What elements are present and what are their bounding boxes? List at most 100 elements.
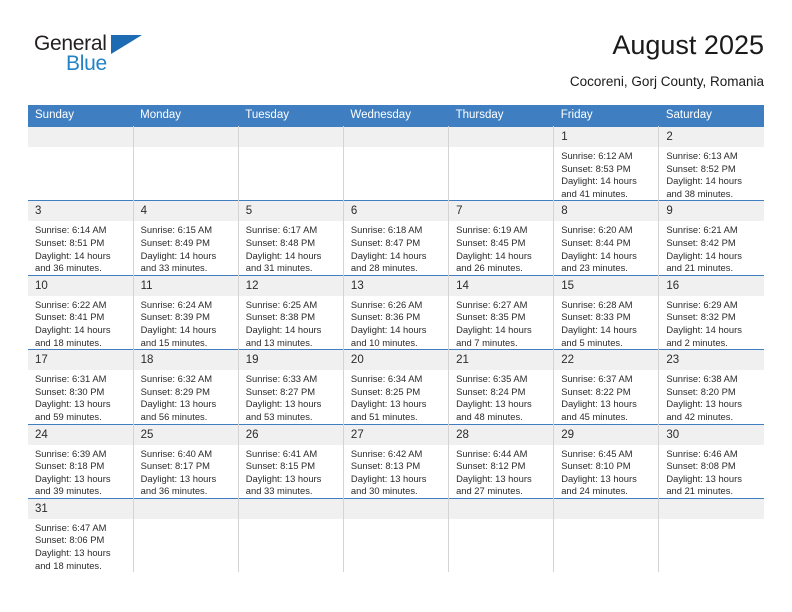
calendar-cell-empty [343,497,450,573]
sunset-time: Sunset: 8:18 PM [35,460,105,472]
calendar-day-cell[interactable]: 27 Sunrise: 6:42 AM Sunset: 8:13 PM Dayligh… [343,423,450,499]
sunrise-time: Sunrise: 6:12 AM [561,150,633,161]
calendar-day-cell[interactable]: 1 Sunrise: 6:12 AM Sunset: 8:53 PM Daylight… [553,125,660,201]
day-number: 9 [659,201,764,222]
calendar-day-cell[interactable]: 20 Sunrise: 6:34 AM Sunset: 8:25 PM Dayligh… [343,349,450,424]
sunset-time: Sunset: 8:47 PM [350,236,421,248]
sunset-time: Sunset: 8:44 PM [561,236,631,248]
calendar-day-cell[interactable]: 5 Sunrise: 6:17 AM Sunset: 8:48 PM Daylight… [238,200,344,276]
daylight-duration-line1: Daylight: 14 hours [666,249,742,261]
calendar-body: 1 Sunrise: 6:12 AM Sunset: 8:53 PM Daylight… [28,125,764,573]
sunrise-time: Sunrise: 6:24 AM [140,298,213,310]
calendar-day-cell[interactable]: 24 Sunrise: 6:39 AM Sunset: 8:18 PM Dayligh… [28,423,134,499]
calendar-day-cell[interactable]: 25 Sunrise: 6:40 AM Sunset: 8:17 PM Dayligh… [133,423,239,499]
daylight-duration-line1: Daylight: 13 hours [350,472,427,484]
sunrise-time: Sunrise: 6:22 AM [35,298,107,310]
daylight-duration-line1: Daylight: 13 hours [35,398,111,410]
day-details: Sunrise: 6:12 AM Sunset: 8:53 PM Daylight:… [554,147,658,200]
calendar-day-cell[interactable]: 17 Sunrise: 6:31 AM Sunset: 8:30 PM Dayligh… [28,349,134,424]
calendar-day-cell[interactable]: 21 Sunrise: 6:35 AM Sunset: 8:24 PM Dayligh… [448,349,555,424]
day-details: Sunrise: 6:29 AM Sunset: 8:32 PM Daylight:… [659,296,764,349]
day-number: 27 [343,424,449,445]
day-details: Sunrise: 6:46 AM Sunset: 8:08 PM Daylight:… [659,445,764,498]
daylight-duration-line2: and 33 minutes. [140,262,208,274]
day-number: 6 [343,201,449,222]
daylight-duration-line2: and 39 minutes. [35,485,102,497]
calendar-day-cell[interactable]: 11 Sunrise: 6:24 AM Sunset: 8:39 PM Dayligh… [133,274,239,350]
sunset-time: Sunset: 8:20 PM [666,385,736,397]
sunset-time: Sunset: 8:25 PM [350,385,421,397]
day-number: 29 [554,424,659,445]
calendar-day-cell[interactable]: 31 Sunrise: 6:47 AM Sunset: 8:06 PM Dayligh… [28,497,134,573]
calendar-day-cell[interactable]: 16 Sunrise: 6:29 AM Sunset: 8:32 PM Dayligh… [658,274,764,350]
calendar-day-cell[interactable]: 12 Sunrise: 6:25 AM Sunset: 8:38 PM Dayligh… [238,274,344,350]
calendar-cell-empty [448,125,555,201]
calendar-day-cell[interactable]: 18 Sunrise: 6:32 AM Sunset: 8:29 PM Dayligh… [133,349,239,424]
sunset-time: Sunset: 8:45 PM [456,236,526,248]
day-number: 18 [133,350,238,371]
daylight-duration-line2: and 24 minutes. [561,485,628,497]
calendar-day-cell[interactable]: 29 Sunrise: 6:45 AM Sunset: 8:10 PM Dayligh… [553,423,660,499]
daylight-duration-line2: and 5 minutes. [561,336,623,348]
sunset-time: Sunset: 8:49 PM [140,236,210,248]
day-details: Sunrise: 6:26 AM Sunset: 8:36 PM Daylight:… [344,296,448,349]
calendar-day-cell[interactable]: 19 Sunrise: 6:33 AM Sunset: 8:27 PM Dayligh… [238,349,344,424]
daylight-duration-line1: Daylight: 14 hours [561,249,637,261]
day-number: 7 [449,201,554,222]
day-number: 11 [133,275,238,296]
calendar-day-cell[interactable]: 8 Sunrise: 6:20 AM Sunset: 8:44 PM Daylight… [553,200,660,276]
daylight-duration-line1: Daylight: 14 hours [35,323,111,335]
sunrise-time: Sunrise: 6:44 AM [456,447,528,459]
day-number: 19 [238,350,343,371]
calendar-day-cell[interactable]: 22 Sunrise: 6:37 AM Sunset: 8:22 PM Dayligh… [553,349,660,424]
calendar-table: Sunday Monday Tuesday Wednesday Thursday Frid… [28,105,764,573]
day-number: 16 [659,275,764,296]
sunrise-time: Sunrise: 6:47 AM [35,521,107,533]
calendar-day-cell[interactable]: 10 Sunrise: 6:22 AM Sunset: 8:41 PM Dayligh… [28,274,134,350]
sunset-time: Sunset: 8:08 PM [666,460,736,472]
daylight-duration-line1: Daylight: 14 hours [140,249,217,261]
day-details: Sunrise: 6:45 AM Sunset: 8:10 PM Daylight:… [554,445,658,498]
sunrise-time: Sunrise: 6:34 AM [350,373,423,385]
calendar-day-cell[interactable]: 26 Sunrise: 6:41 AM Sunset: 8:15 PM Dayligh… [238,423,344,499]
calendar-day-cell[interactable]: 3 Sunrise: 6:14 AM Sunset: 8:51 PM Daylight… [28,200,134,276]
calendar-day-cell[interactable]: 13 Sunrise: 6:26 AM Sunset: 8:36 PM Dayligh… [343,274,450,350]
day-details: Sunrise: 6:41 AM Sunset: 8:15 PM Daylight:… [239,445,343,498]
sunrise-time: Sunrise: 6:41 AM [245,447,318,459]
calendar-day-cell[interactable]: 6 Sunrise: 6:18 AM Sunset: 8:47 PM Daylight… [343,200,450,276]
calendar-day-cell[interactable]: 15 Sunrise: 6:28 AM Sunset: 8:33 PM Dayligh… [553,274,660,350]
brand-logo[interactable]: General Blue [34,32,214,90]
daylight-duration-line2: and 36 minutes. [140,485,208,497]
sunrise-time: Sunrise: 6:26 AM [350,298,423,310]
day-number: 4 [133,201,238,222]
sunrise-time: Sunrise: 6:18 AM [350,224,423,236]
sunset-time: Sunset: 8:32 PM [666,311,736,323]
calendar-day-cell[interactable]: 30 Sunrise: 6:46 AM Sunset: 8:08 PM Dayligh… [658,423,764,499]
page-title: August 2025 [612,30,764,60]
calendar-day-cell[interactable]: 28 Sunrise: 6:44 AM Sunset: 8:12 PM Dayligh… [448,423,555,499]
calendar-day-cell[interactable]: 2 Sunrise: 6:13 AM Sunset: 8:52 PM Daylight… [658,125,764,201]
sunrise-time: Sunrise: 6:17 AM [245,224,318,236]
sunset-time: Sunset: 8:30 PM [35,385,105,397]
calendar-day-cell[interactable]: 14 Sunrise: 6:27 AM Sunset: 8:35 PM Dayligh… [448,274,555,350]
day-details: Sunrise: 6:38 AM Sunset: 8:20 PM Daylight:… [659,370,764,423]
day-details: Sunrise: 6:32 AM Sunset: 8:29 PM Daylight:… [134,370,238,423]
day-details: Sunrise: 6:27 AM Sunset: 8:35 PM Daylight:… [449,296,553,349]
sunset-time: Sunset: 8:22 PM [561,385,631,397]
daylight-duration-line1: Daylight: 14 hours [561,175,637,187]
sunrise-time: Sunrise: 6:38 AM [666,373,738,385]
daylight-duration-line2: and 51 minutes. [350,410,418,422]
day-details: Sunrise: 6:18 AM Sunset: 8:47 PM Daylight:… [344,221,448,274]
calendar-day-cell[interactable]: 7 Sunrise: 6:19 AM Sunset: 8:45 PM Daylight… [448,200,555,276]
daylight-duration-line1: Daylight: 13 hours [456,398,532,410]
sunrise-time: Sunrise: 6:35 AM [456,373,528,385]
sunset-time: Sunset: 8:17 PM [140,460,210,472]
calendar-day-cell[interactable]: 9 Sunrise: 6:21 AM Sunset: 8:42 PM Daylight… [658,200,764,276]
weekday-header-row: Sunday Monday Tuesday Wednesday Thursday Frid… [28,105,764,127]
weekday-header-wednesday: Wednesday [343,105,449,127]
sunrise-time: Sunrise: 6:40 AM [140,447,213,459]
calendar-day-cell[interactable]: 23 Sunrise: 6:38 AM Sunset: 8:20 PM Dayligh… [658,349,764,424]
sunrise-time: Sunrise: 6:37 AM [561,373,633,385]
calendar-day-cell[interactable]: 4 Sunrise: 6:15 AM Sunset: 8:49 PM Daylight… [133,200,239,276]
page-header: General Blue August 2025 Cocoreni, Gorj … [28,26,764,100]
